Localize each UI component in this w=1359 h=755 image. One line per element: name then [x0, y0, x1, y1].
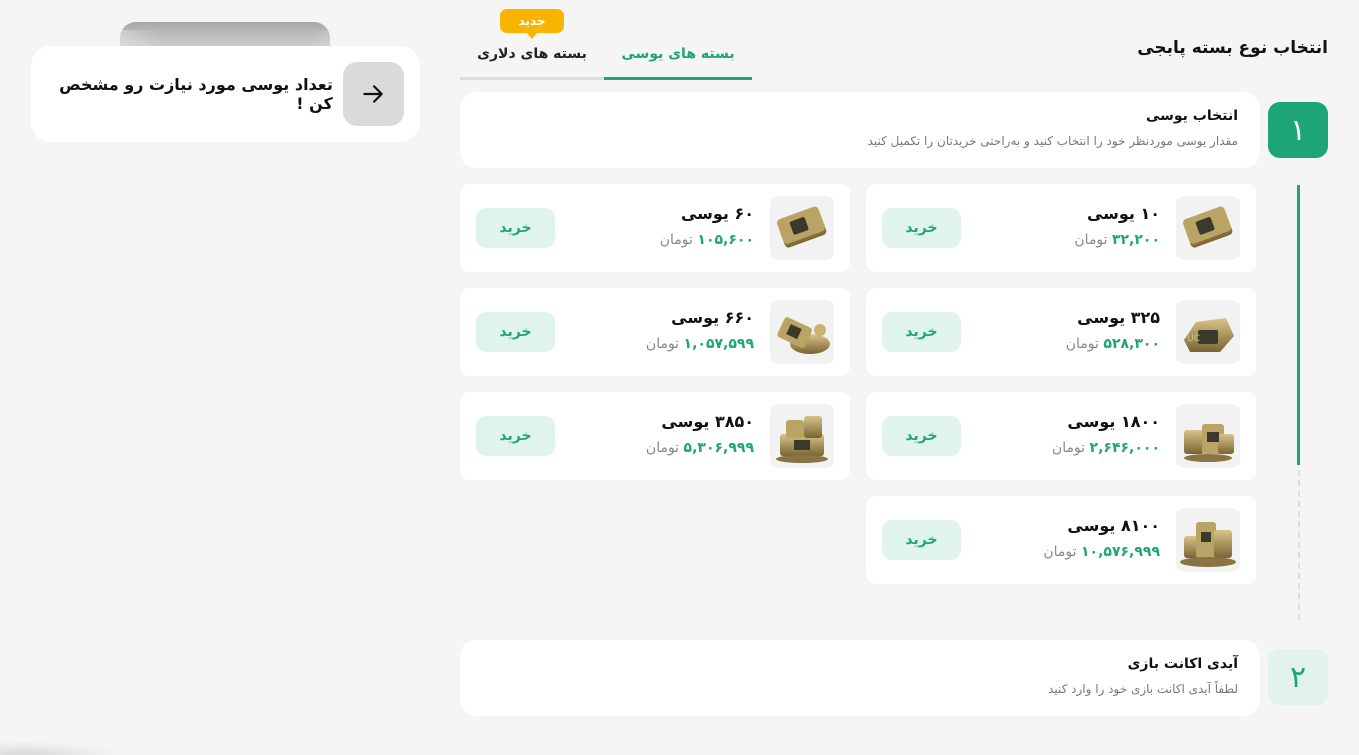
- package-price: ۳۲,۲۰۰ تومان: [1074, 232, 1160, 248]
- package-price: ۱۰,۵۷۶,۹۹۹ تومان: [1043, 544, 1160, 560]
- package-tabs: بسته های یوسی جدید بسته های دلاری: [460, 9, 752, 80]
- package-card[interactable]: ۳۸۵۰ یوسی ۵,۳۰۶,۹۹۹ تومان خرید: [460, 392, 850, 480]
- price-value: ۳۲,۲۰۰: [1111, 232, 1160, 248]
- step-title: انتخاب یوسی: [1145, 108, 1238, 124]
- currency: تومان: [645, 336, 680, 352]
- package-card[interactable]: ۸۱۰۰ یوسی ۱۰,۵۷۶,۹۹۹ تومان خرید: [866, 496, 1256, 584]
- package-price: ۱۰۵,۶۰۰ تومان: [660, 232, 754, 248]
- uc-bags-icon: [1176, 404, 1240, 468]
- helper-text: تعداد یوسی مورد نیازت رو مشخص کن !: [59, 75, 333, 113]
- price-value: ۵,۳۰۶,۹۹۹: [683, 440, 754, 456]
- price-value: ۲,۶۴۶,۰۰۰: [1089, 440, 1160, 456]
- uc-pouch-icon: UC: [1176, 300, 1240, 364]
- currency: تومان: [1065, 336, 1099, 352]
- currency: تومان: [659, 232, 693, 248]
- package-name: ۶۰ یوسی: [680, 204, 754, 223]
- package-name: ۶۶۰ یوسی: [671, 308, 754, 327]
- bottom-shadow: [0, 741, 120, 755]
- buy-button[interactable]: خرید: [882, 208, 961, 248]
- price-value: ۱۰,۵۷۶,۹۹۹: [1081, 544, 1160, 560]
- step-1-number: ۱: [1268, 102, 1328, 158]
- package-card[interactable]: UC ۳۲۵ یوسی ۵۲۸,۳۰۰ تومان خرید: [866, 288, 1256, 376]
- buy-button[interactable]: خرید: [882, 312, 961, 352]
- step-description: لطفاً آیدی اکانت بازی خود را وارد کنید: [1048, 682, 1238, 696]
- currency: تومان: [1043, 544, 1077, 560]
- step-title: آیدی اکانت بازی: [1127, 656, 1238, 672]
- package-card[interactable]: ۱۰ یوسی ۳۲,۲۰۰ تومان خرید: [866, 184, 1256, 272]
- package-name: ۱۰ یوسی: [1086, 204, 1160, 223]
- currency: تومان: [645, 440, 680, 456]
- price-value: ۵۲۸,۳۰۰: [1103, 336, 1160, 352]
- step-1-card: انتخاب یوسی مقدار یوسی موردنظر خود را ان…: [460, 92, 1260, 168]
- package-card[interactable]: ۱۸۰۰ یوسی ۲,۶۴۶,۰۰۰ تومان خرید: [866, 392, 1256, 480]
- package-name: ۳۸۵۰ یوسی: [661, 412, 754, 431]
- tab-label: بسته های یوسی: [621, 45, 735, 62]
- package-price: ۵۲۸,۳۰۰ تومان: [1066, 336, 1160, 352]
- package-name: ۳۲۵ یوسی: [1077, 308, 1160, 327]
- currency: تومان: [1051, 440, 1086, 456]
- buy-button[interactable]: خرید: [476, 312, 555, 352]
- price-value: ۱۰۵,۶۰۰: [697, 232, 754, 248]
- step-dashed-line: [1298, 470, 1300, 620]
- uc-treasure-icon: [1176, 508, 1240, 572]
- package-name: ۱۸۰۰ یوسی: [1067, 412, 1160, 431]
- arrow-right-icon: [363, 85, 384, 103]
- package-name: ۸۱۰۰ یوسی: [1067, 516, 1160, 535]
- uc-small-stack-icon: [770, 196, 834, 260]
- package-card[interactable]: ۶۶۰ یوسی ۱,۰۵۷,۵۹۹ تومان خرید: [460, 288, 850, 376]
- price-value: ۱,۰۵۷,۵۹۹: [683, 336, 754, 352]
- package-price: ۵,۳۰۶,۹۹۹ تومان: [646, 440, 754, 456]
- uc-chest-icon: [770, 404, 834, 468]
- uc-pile-icon: [770, 300, 834, 364]
- buy-button[interactable]: خرید: [476, 416, 555, 456]
- step-2-number: ۲: [1268, 649, 1328, 705]
- tab-label: بسته های دلاری: [477, 45, 587, 62]
- tab-uc-packages[interactable]: بسته های یوسی: [604, 30, 752, 80]
- page-title: انتخاب نوع بسته پابجی: [1137, 38, 1328, 58]
- step-description: مقدار یوسی موردنظر خود را انتخاب کنید و …: [867, 134, 1238, 148]
- package-card[interactable]: ۶۰ یوسی ۱۰۵,۶۰۰ تومان خرید: [460, 184, 850, 272]
- arrow-button[interactable]: [342, 62, 404, 126]
- step-progress-line: [1297, 185, 1300, 465]
- new-badge: جدید: [500, 9, 564, 39]
- package-price: ۲,۶۴۶,۰۰۰ تومان: [1052, 440, 1160, 456]
- uc-small-stack-icon: [1176, 196, 1240, 260]
- step-2-card[interactable]: آیدی اکانت بازی لطفاً آیدی اکانت بازی خو…: [460, 640, 1260, 716]
- tab-dollar-packages[interactable]: جدید بسته های دلاری: [460, 9, 604, 80]
- currency: تومان: [1074, 232, 1108, 248]
- helper-card: تعداد یوسی مورد نیازت رو مشخص کن !: [31, 46, 420, 142]
- buy-button[interactable]: خرید: [476, 208, 555, 248]
- svg-text:UC: UC: [1187, 334, 1200, 344]
- package-price: ۱,۰۵۷,۵۹۹ تومان: [646, 336, 754, 352]
- buy-button[interactable]: خرید: [882, 520, 961, 560]
- buy-button[interactable]: خرید: [882, 416, 961, 456]
